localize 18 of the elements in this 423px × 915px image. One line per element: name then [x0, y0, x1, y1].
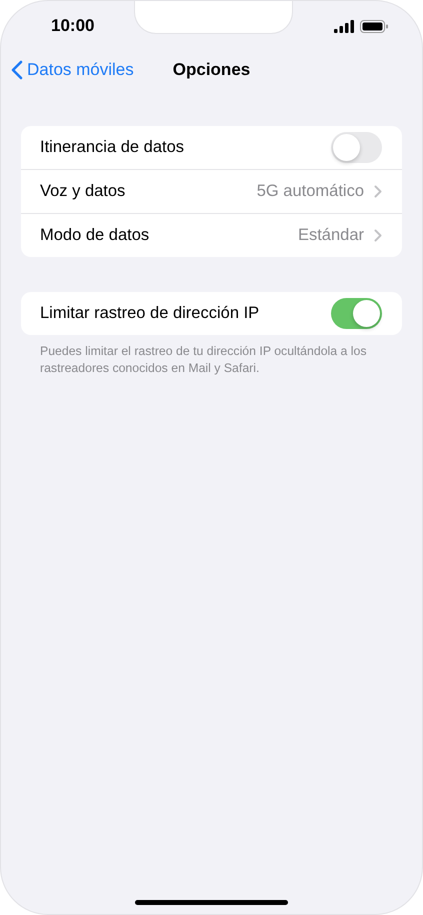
footer-note: Puedes limitar el rastreo de tu dirección IP ocultándola a los rastreadores conocidos en Mail y Safari. [39, 343, 368, 377]
page-title: Opciones [172, 60, 250, 80]
home-indicator[interactable] [135, 900, 288, 905]
setting-value-link[interactable]: 5G automático [256, 182, 382, 201]
back-chevron-icon [11, 60, 23, 80]
signal-icon [334, 20, 354, 32]
setting-label: Modo de datos [40, 226, 150, 245]
toggle-switch[interactable] [331, 132, 382, 163]
setting-label: Itinerancia de datos [40, 138, 184, 157]
status-time: 10:00 [51, 16, 94, 36]
toggle-switch[interactable] [331, 298, 382, 329]
setting-value-link[interactable]: Estándar [298, 226, 382, 245]
chevron-icon [374, 229, 382, 242]
back-link[interactable]: Datos móviles [11, 60, 134, 80]
chevron-icon [374, 185, 382, 198]
battery-icon [360, 20, 388, 32]
setting-label: Voz y datos [40, 182, 126, 201]
setting-label: Limitar rastreo de dirección IP [40, 304, 260, 323]
